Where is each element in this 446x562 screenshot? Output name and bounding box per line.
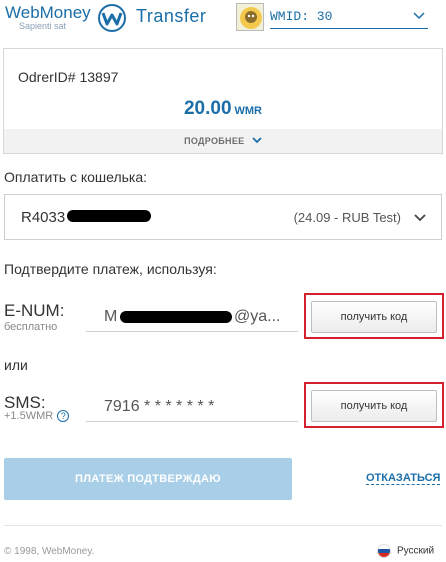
confirm-section-label: Подтвердите платеж, используя: <box>4 261 217 277</box>
wmid-selector[interactable]: WMID: 30 <box>236 3 436 31</box>
chevron-down-icon <box>413 12 425 20</box>
get-sms-code-button[interactable]: получить код <box>311 390 437 422</box>
wallet-balance: (24.09 - RUB Test) <box>293 210 401 225</box>
sms-phone-value: 7916 * * * * * * * <box>104 398 215 415</box>
enum-code-highlight: получить код <box>304 293 444 339</box>
wmid-field[interactable]: WMID: 30 <box>270 7 428 29</box>
help-icon[interactable]: ? <box>57 410 70 423</box>
avatar <box>236 3 264 31</box>
logo-slogan: Sapienti sat <box>19 21 67 31</box>
chevron-down-icon <box>252 137 262 144</box>
wallet-section-label: Оплатить с кошелька: <box>4 169 148 185</box>
details-label: ПОДРОБНЕЕ <box>184 136 245 146</box>
redacted-wallet-number <box>67 210 151 222</box>
amount-value: 20.00 <box>183 98 232 119</box>
confirm-payment-button[interactable]: ПЛАТЕЖ ПОДТВЕРЖДАЮ <box>4 458 292 500</box>
webmoney-globe-icon <box>98 4 126 32</box>
sms-price: +1.5WMR? <box>4 410 70 423</box>
amount-currency: WMR <box>234 105 263 117</box>
language-label: Русский <box>397 545 435 557</box>
user-avatar-icon <box>240 7 262 29</box>
order-card: OdrerID# 13897 20.00 WMR ПОДРОБНЕЕ <box>3 48 443 154</box>
wmid-label: WMID: 30 <box>270 9 333 24</box>
sms-code-highlight: получить код <box>304 382 444 428</box>
redacted-email <box>120 311 232 323</box>
sms-price-text: +1.5WMR <box>4 410 54 422</box>
chevron-down-icon <box>414 214 426 222</box>
details-toggle[interactable]: ПОДРОБНЕЕ <box>4 129 442 153</box>
enum-value-suffix: @ya... <box>234 308 281 325</box>
logo-text: WebMoney <box>5 3 91 22</box>
wallet-id: R4033 <box>21 209 66 226</box>
webmoney-logo[interactable]: WebMoney Sapienti sat Transfer <box>5 3 225 35</box>
russia-flag-icon <box>377 544 391 558</box>
sms-field[interactable]: 7916 * * * * * * * <box>86 390 298 422</box>
wallet-select[interactable]: R4033 (24.09 - RUB Test) <box>4 194 442 240</box>
or-label: или <box>4 357 28 373</box>
order-amount: 20.00 WMR <box>4 98 442 120</box>
cancel-link[interactable]: ОТКАЗАТЬСЯ <box>366 472 441 485</box>
enum-value-prefix: M <box>104 308 118 325</box>
header: WebMoney Sapienti sat Transfer WMID: 30 <box>0 0 446 40</box>
enum-label: E-NUM: <box>4 301 65 320</box>
enum-field[interactable]: M @ya... <box>86 300 298 332</box>
get-enum-code-button[interactable]: получить код <box>311 301 437 333</box>
logo-transfer-text: Transfer <box>136 6 207 26</box>
copyright: © 1998, WebMoney. <box>4 546 95 557</box>
language-selector[interactable]: Русский <box>377 544 434 558</box>
order-id: OdrerID# 13897 <box>18 69 119 85</box>
enum-price: бесплатно <box>4 321 58 333</box>
footer-divider <box>4 525 442 526</box>
